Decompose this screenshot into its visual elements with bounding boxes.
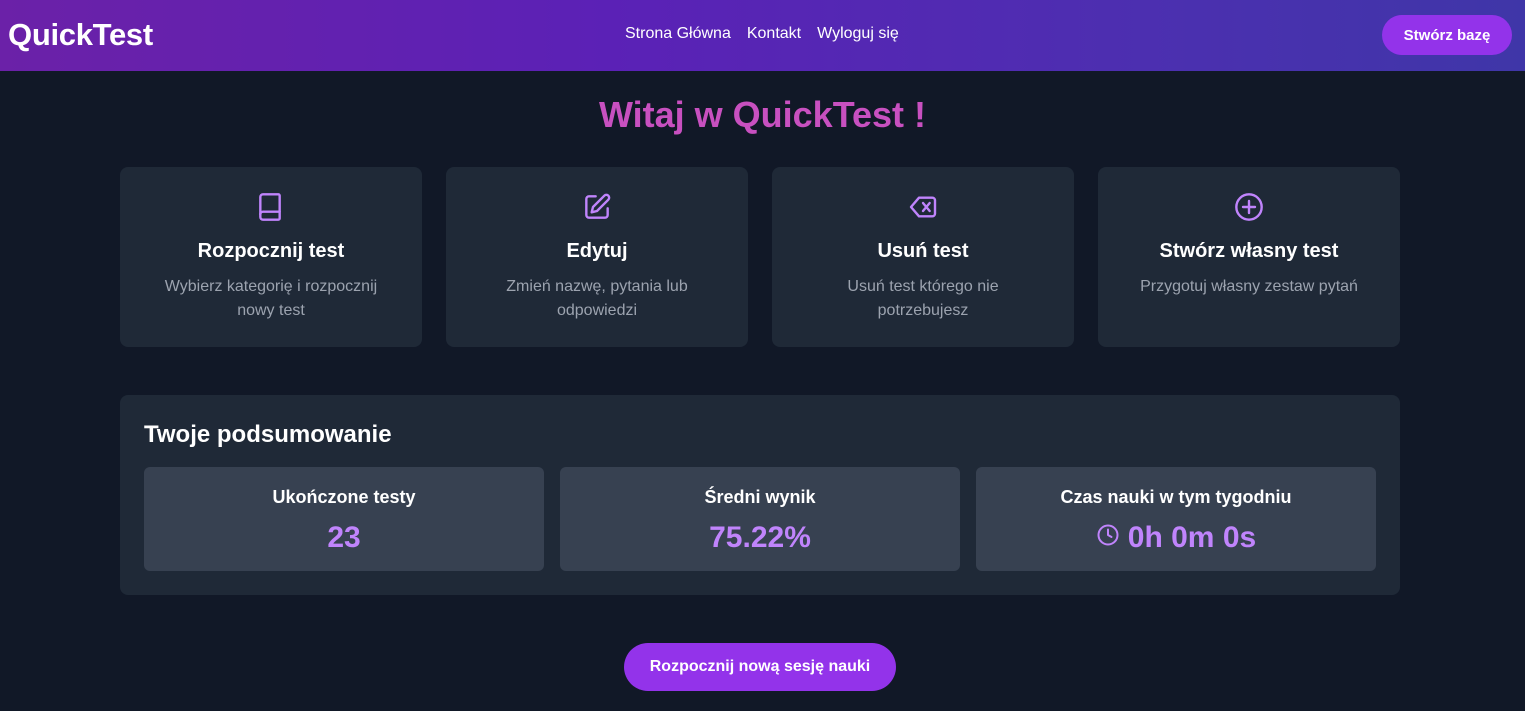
stat-label: Średni wynik [704,487,816,507]
stat-value-text: 75.22% [709,521,811,554]
backspace-delete-icon [772,191,1074,223]
stat-value: 0h 0m 0s [976,521,1376,555]
stat-completed-tests: Ukończone testy 23 [144,467,544,571]
card-description: Przygotuj własny zestaw pytań [1140,278,1358,295]
card-create-test[interactable]: Stwórz własny test Przygotuj własny zest… [1098,167,1400,347]
card-title: Rozpocznij test [197,240,345,262]
card-title: Edytuj [566,240,628,262]
card-delete-test[interactable]: Usuń test Usuń test którego nie potrzebu… [772,167,1074,347]
card-start-test[interactable]: Rozpocznij test Wybierz kategorię i rozp… [120,167,422,347]
stat-value-text: 23 [327,521,361,554]
top-navbar: QuickTest Strona Główna Kontakt Wyloguj … [0,0,1525,71]
stat-value: 23 [144,521,544,555]
card-title: Usuń test [877,240,969,262]
card-edit[interactable]: Edytuj Zmień nazwę, pytania lub odpowied… [446,167,748,347]
action-cards: Rozpocznij test Wybierz kategorię i rozp… [120,167,1400,347]
card-description: Wybierz kategorię i rozpocznij nowy test [164,278,378,319]
stat-label: Ukończone testy [272,487,416,507]
logo[interactable]: QuickTest [8,17,153,53]
start-study-session-button[interactable]: Rozpocznij nową sesję nauki [624,643,896,691]
create-database-button[interactable]: Stwórz bazę [1382,15,1512,55]
card-title: Stwórz własny test [1159,240,1339,262]
nav-link-home[interactable]: Strona Główna [625,25,731,43]
stat-label: Czas nauki w tym tygodniu [1060,487,1292,507]
plus-circle-icon [1098,191,1400,223]
book-icon [120,191,422,223]
stat-average-score: Średni wynik 75.22% [560,467,960,571]
card-description: Usuń test którego nie potrzebujesz [847,278,999,319]
nav-link-contact[interactable]: Kontakt [747,25,801,43]
card-description: Zmień nazwę, pytania lub odpowiedzi [506,278,688,319]
clock-icon [1096,521,1120,555]
nav-link-logout[interactable]: Wyloguj się [817,25,899,43]
stat-study-time: Czas nauki w tym tygodniu 0h 0m 0s [976,467,1376,571]
edit-icon [446,191,748,223]
stat-value: 75.22% [560,521,960,555]
summary-title: Twoje podsumowanie [144,421,392,448]
page-title: Witaj w QuickTest ! [598,94,927,135]
stat-value-text: 0h 0m 0s [1127,521,1257,554]
summary-panel: Twoje podsumowanie Ukończone testy 23 Śr… [120,395,1400,595]
nav-links: Strona Główna Kontakt Wyloguj się [625,25,899,43]
